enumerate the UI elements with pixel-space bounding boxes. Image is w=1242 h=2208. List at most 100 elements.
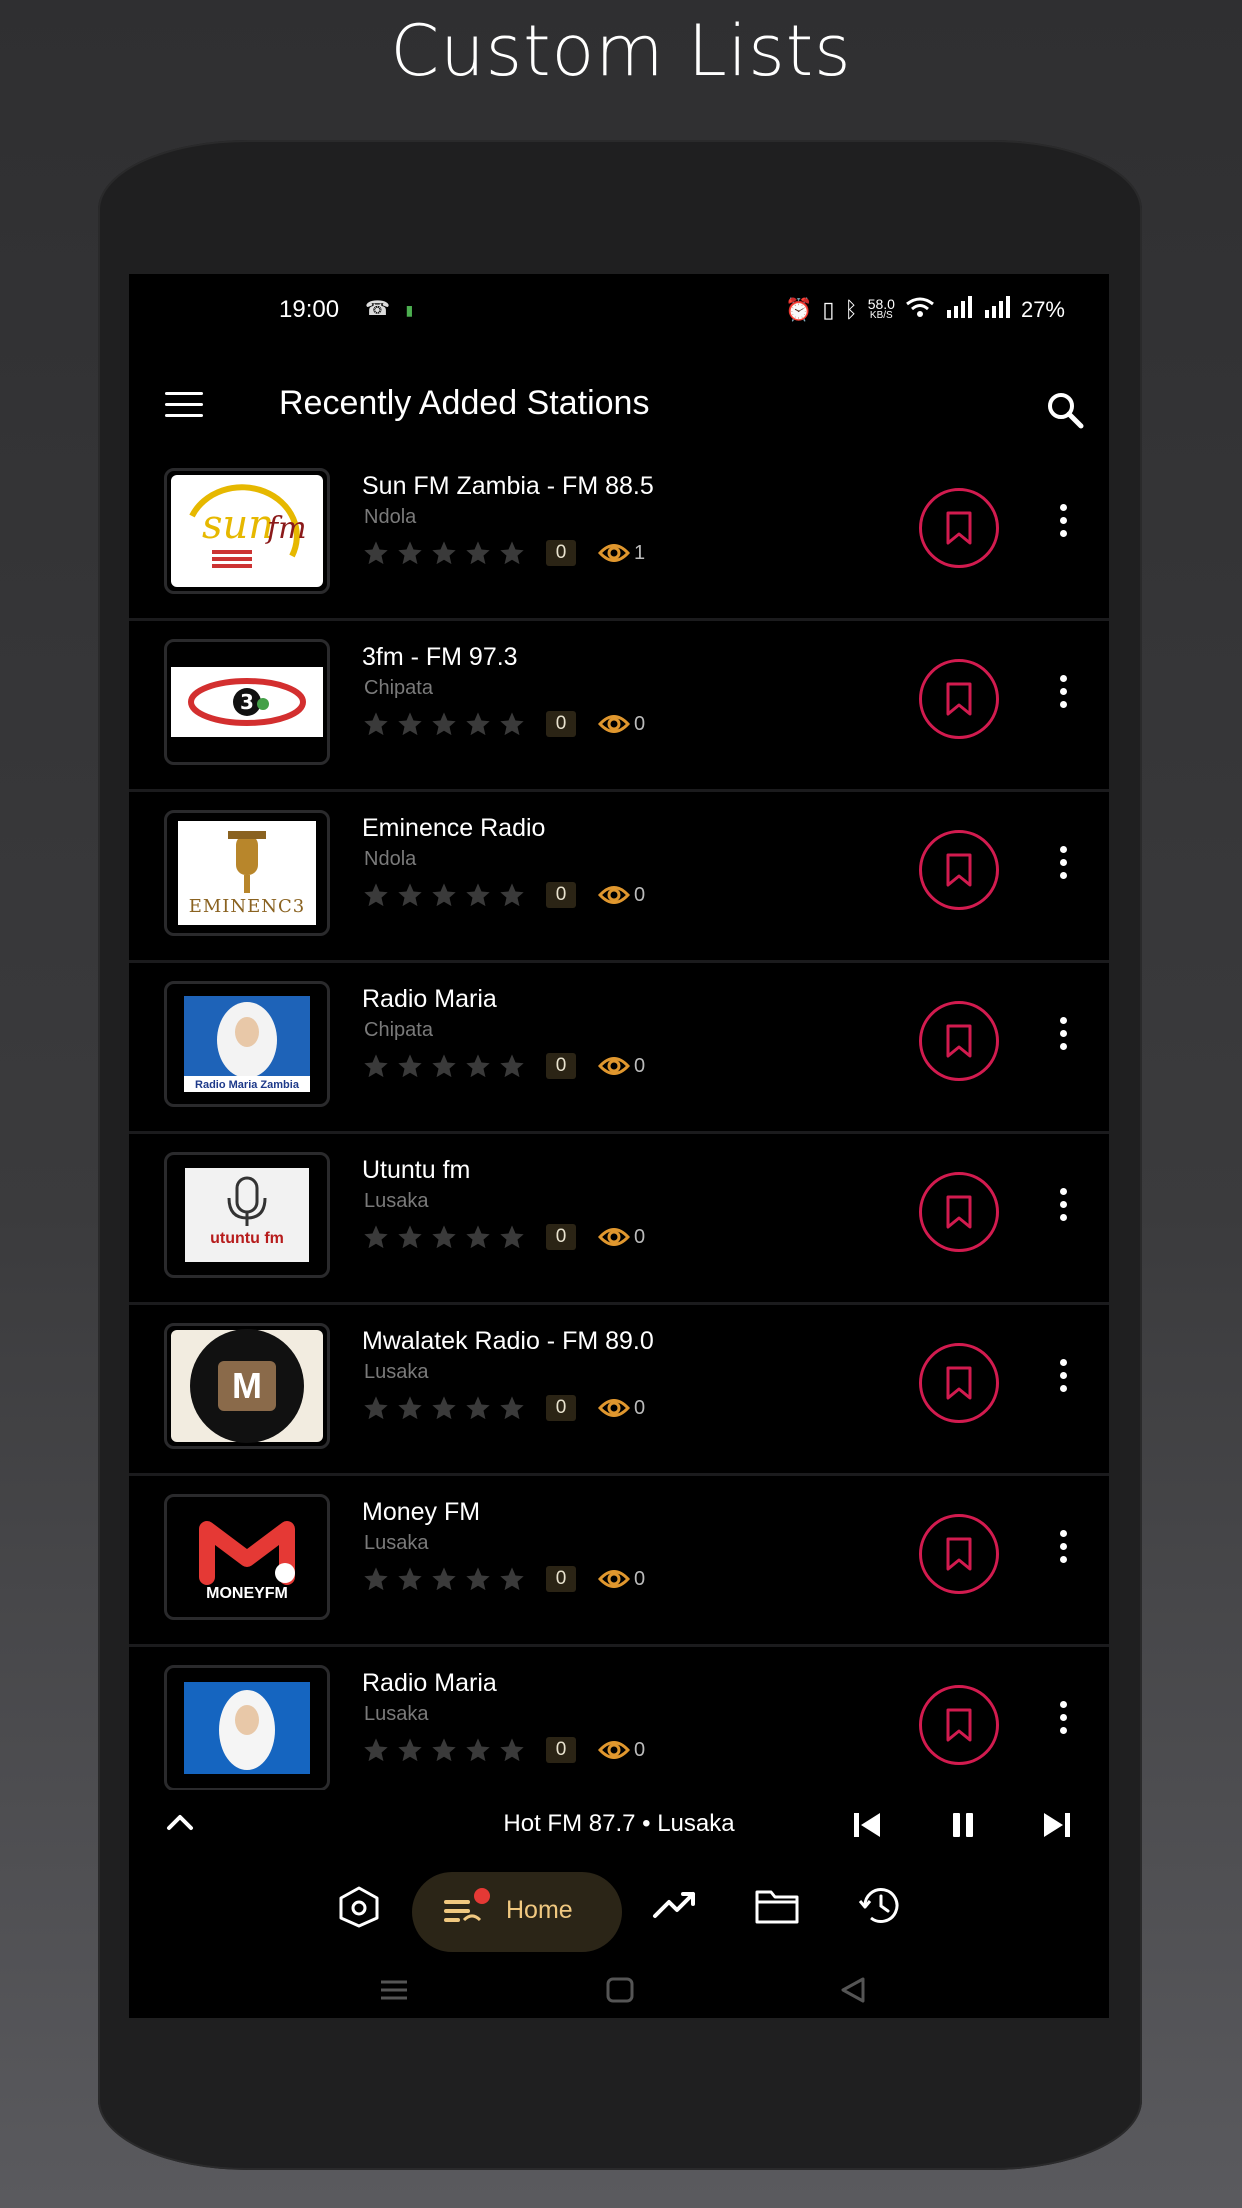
more-options-icon[interactable] bbox=[1058, 1188, 1068, 1238]
rating-stars[interactable] bbox=[362, 1052, 526, 1080]
rating-stars[interactable] bbox=[362, 881, 526, 909]
bookmark-button[interactable] bbox=[919, 1514, 999, 1594]
history-icon[interactable] bbox=[857, 1884, 905, 1928]
rating-count: 0 bbox=[546, 1566, 576, 1592]
star-icon bbox=[432, 883, 456, 907]
bookmark-icon bbox=[946, 1537, 972, 1571]
eye-icon bbox=[598, 1228, 630, 1246]
bookmark-button[interactable] bbox=[919, 488, 999, 568]
star-icon bbox=[432, 712, 456, 736]
more-options-icon[interactable] bbox=[1058, 1359, 1068, 1409]
bookmark-button[interactable] bbox=[919, 659, 999, 739]
station-item[interactable]: MONEYFM Money FM Lusaka 0 0 bbox=[129, 1476, 1109, 1647]
vibrate-icon: ▯ bbox=[822, 297, 835, 322]
star-icon bbox=[466, 541, 490, 565]
station-logo: utuntu fm bbox=[164, 1152, 330, 1278]
station-item[interactable]: M Mwalatek Radio - FM 89.0 Lusaka 0 0 bbox=[129, 1305, 1109, 1476]
speed-unit: KB/S bbox=[869, 310, 893, 321]
system-nav-bar bbox=[129, 1964, 1109, 2018]
star-icon bbox=[364, 541, 388, 565]
more-options-icon[interactable] bbox=[1058, 1530, 1068, 1580]
station-item[interactable]: sun fm Sun FM Zambia - FM 88.5 Ndola 0 1 bbox=[129, 450, 1109, 621]
bookmark-icon bbox=[946, 682, 972, 716]
pause-icon[interactable] bbox=[947, 1810, 979, 1840]
bookmark-icon bbox=[946, 511, 972, 545]
more-options-icon[interactable] bbox=[1058, 1701, 1068, 1751]
mwalatek-logo-text: M bbox=[232, 1365, 262, 1406]
star-icon bbox=[364, 1396, 388, 1420]
rating-stars[interactable] bbox=[362, 539, 526, 567]
svg-text:3: 3 bbox=[240, 690, 254, 714]
station-item[interactable]: EMINENC3 Eminence Radio Ndola 0 0 bbox=[129, 792, 1109, 963]
star-icon bbox=[398, 1738, 422, 1762]
station-name: 3fm - FM 97.3 bbox=[362, 643, 518, 671]
utuntu-logo-text: utuntu fm bbox=[210, 1230, 284, 1247]
skip-next-icon[interactable] bbox=[1041, 1810, 1073, 1840]
view-count: 0 bbox=[634, 883, 646, 906]
mini-player[interactable]: Hot FM 87.7 • Lusaka bbox=[129, 1790, 1109, 1860]
station-logo bbox=[164, 1665, 330, 1791]
view-count: 1 bbox=[634, 541, 646, 564]
eminence-logo: EMINENC3 bbox=[171, 817, 323, 929]
star-icon bbox=[500, 1396, 524, 1420]
more-options-icon[interactable] bbox=[1058, 504, 1068, 554]
star-icon bbox=[500, 1738, 524, 1762]
rating-stars[interactable] bbox=[362, 1736, 526, 1764]
rating-count: 0 bbox=[546, 540, 576, 566]
star-icon bbox=[432, 1225, 456, 1249]
station-name: Mwalatek Radio - FM 89.0 bbox=[362, 1327, 654, 1355]
eye-icon bbox=[598, 1399, 630, 1417]
hamburger-menu-icon[interactable] bbox=[165, 392, 203, 422]
view-count: 0 bbox=[634, 1396, 646, 1419]
home-system-icon[interactable] bbox=[605, 1976, 635, 2004]
star-icon bbox=[466, 712, 490, 736]
app-bar: Recently Added Stations bbox=[129, 354, 1109, 464]
rating-stars[interactable] bbox=[362, 1394, 526, 1422]
rating-count: 0 bbox=[546, 711, 576, 737]
page-title: Recently Added Stations bbox=[279, 384, 650, 422]
station-item[interactable]: Radio Maria Zambia Radio Maria Chipata 0… bbox=[129, 963, 1109, 1134]
station-city: Ndola bbox=[364, 506, 417, 528]
app-screen: 19:00 ☎ ▮ ⏰ ▯ ᛒ 58.0 KB/S 27% Recently A… bbox=[129, 274, 1109, 2018]
star-icon bbox=[432, 1738, 456, 1762]
folder-icon[interactable] bbox=[753, 1884, 801, 1928]
more-options-icon[interactable] bbox=[1058, 846, 1068, 896]
utuntu-logo: utuntu fm bbox=[171, 1159, 323, 1271]
station-city: Lusaka bbox=[364, 1532, 429, 1554]
station-list: sun fm Sun FM Zambia - FM 88.5 Ndola 0 1… bbox=[129, 450, 1109, 1818]
bookmark-button[interactable] bbox=[919, 1172, 999, 1252]
promo-title: Custom Lists bbox=[390, 10, 852, 92]
view-count: 0 bbox=[634, 1225, 646, 1248]
station-name: Utuntu fm bbox=[362, 1156, 471, 1184]
missed-call-icon: ☎ bbox=[365, 298, 390, 320]
station-name: Eminence Radio bbox=[362, 814, 546, 842]
bookmark-button[interactable] bbox=[919, 1685, 999, 1765]
rating-count: 0 bbox=[546, 1737, 576, 1763]
station-logo: MONEYFM bbox=[164, 1494, 330, 1620]
discover-icon[interactable] bbox=[335, 1884, 383, 1928]
more-options-icon[interactable] bbox=[1058, 1017, 1068, 1067]
more-options-icon[interactable] bbox=[1058, 675, 1068, 725]
rating-stars[interactable] bbox=[362, 1223, 526, 1251]
status-time: 19:00 bbox=[279, 296, 340, 323]
rating-stars[interactable] bbox=[362, 1565, 526, 1593]
star-icon bbox=[466, 1396, 490, 1420]
skip-previous-icon[interactable] bbox=[851, 1810, 883, 1840]
station-item[interactable]: 3 3fm - FM 97.3 Chipata 0 0 bbox=[129, 621, 1109, 792]
bookmark-icon bbox=[946, 1708, 972, 1742]
station-logo: EMINENC3 bbox=[164, 810, 330, 936]
recent-apps-icon[interactable] bbox=[379, 1978, 409, 2002]
3fm-logo: 3 bbox=[171, 646, 323, 758]
eye-icon bbox=[598, 886, 630, 904]
nav-home-tab[interactable]: Home bbox=[412, 1872, 622, 1952]
search-icon[interactable] bbox=[1045, 390, 1085, 430]
bookmark-button[interactable] bbox=[919, 830, 999, 910]
bookmark-button[interactable] bbox=[919, 1001, 999, 1081]
station-item[interactable]: utuntu fm Utuntu fm Lusaka 0 0 bbox=[129, 1134, 1109, 1305]
rating-stars[interactable] bbox=[362, 710, 526, 738]
station-city: Chipata bbox=[364, 677, 433, 699]
star-icon bbox=[364, 712, 388, 736]
trending-icon[interactable] bbox=[651, 1884, 699, 1928]
back-system-icon[interactable] bbox=[839, 1976, 867, 2004]
bookmark-button[interactable] bbox=[919, 1343, 999, 1423]
